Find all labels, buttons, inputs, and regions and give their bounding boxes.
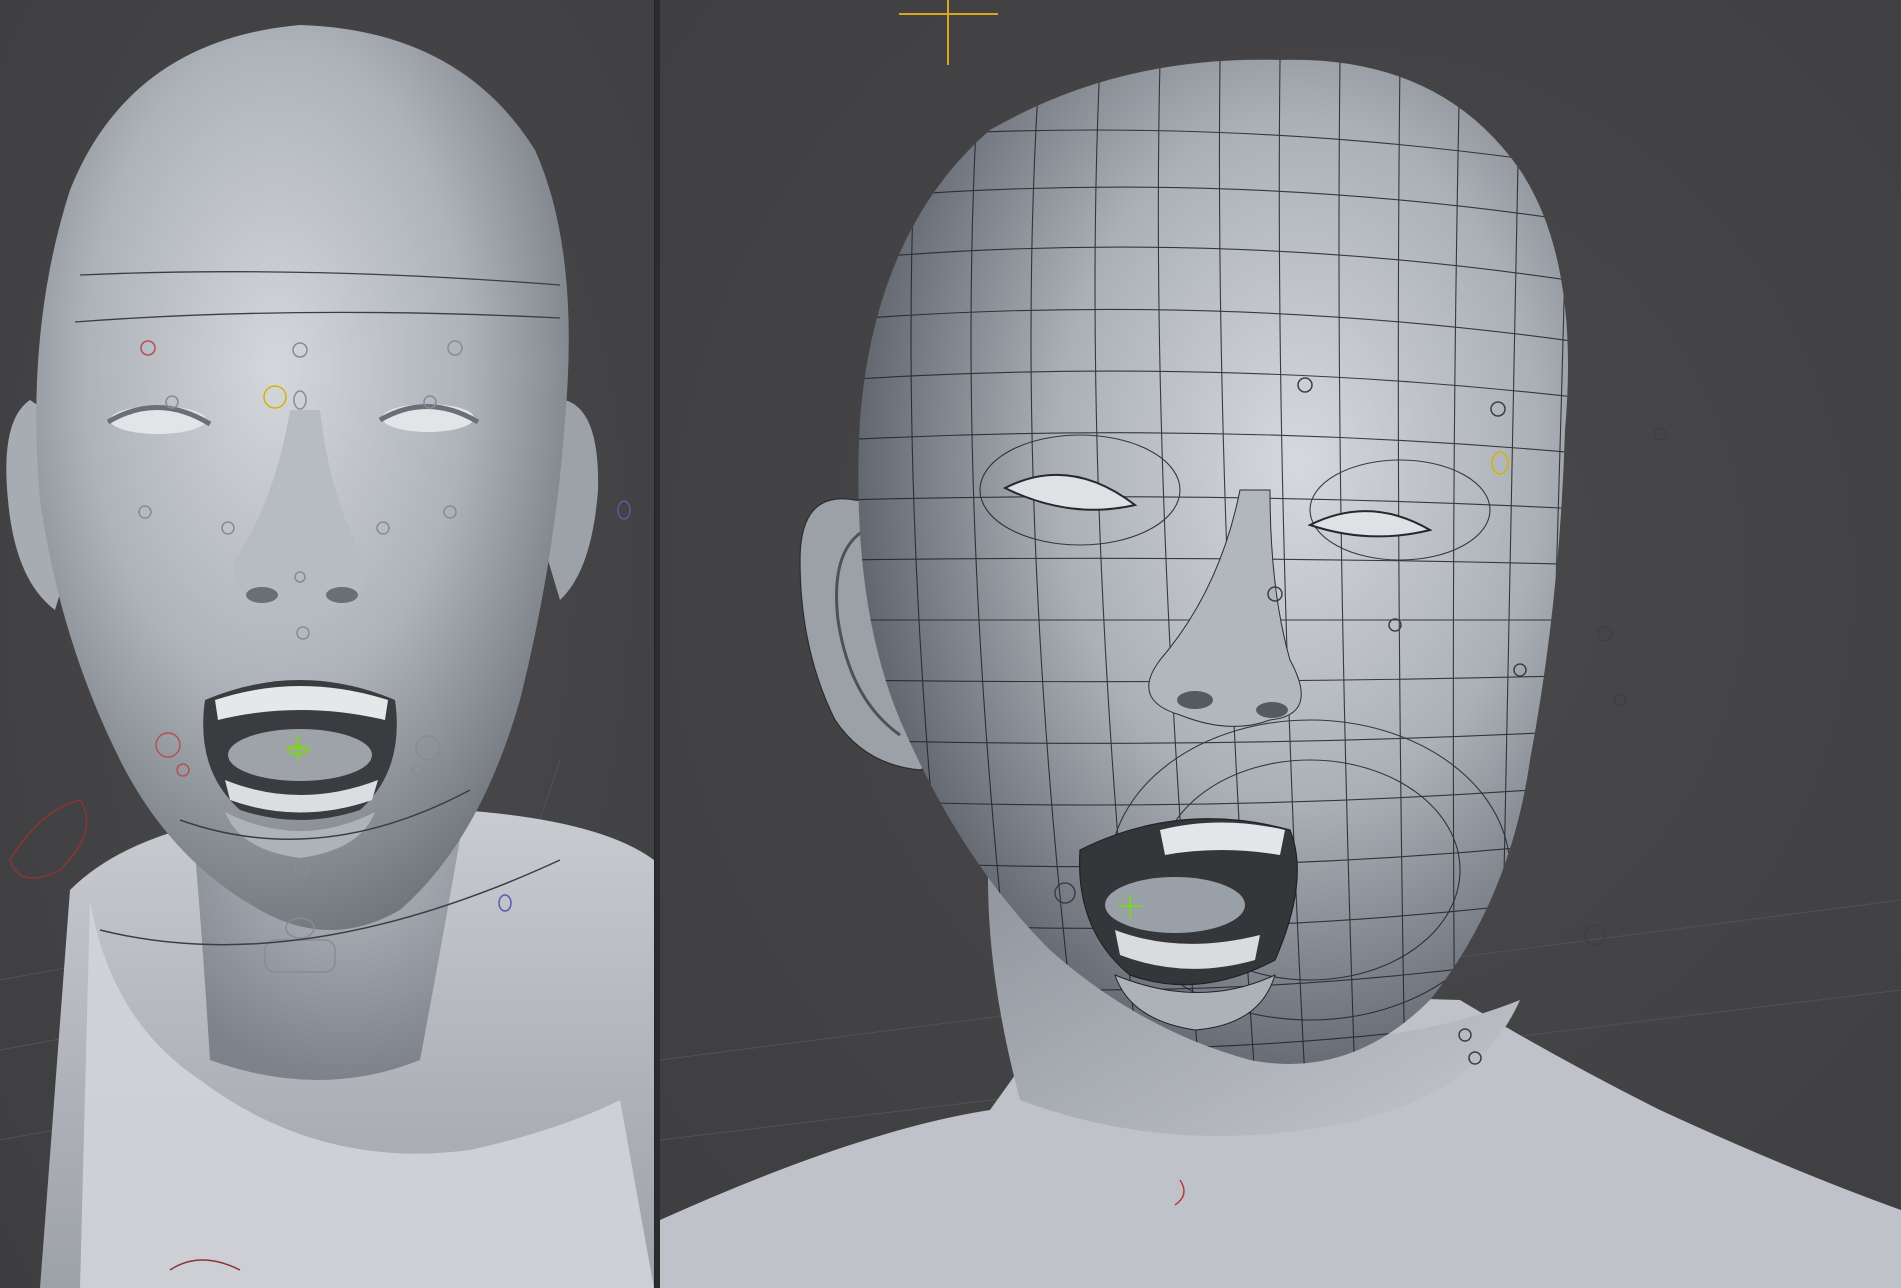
control-circle[interactable] <box>1653 427 1667 441</box>
crosshair-icon[interactable] <box>899 0 998 65</box>
control-circle[interactable] <box>1597 626 1613 642</box>
viewport-left-scene[interactable] <box>0 0 654 1288</box>
left-eye <box>110 406 206 434</box>
control-circle[interactable] <box>1584 924 1606 946</box>
viewport-right[interactable] <box>660 0 1901 1288</box>
viewport-right-scene[interactable] <box>660 0 1901 1288</box>
control-circle[interactable] <box>1613 693 1627 707</box>
viewport-left[interactable] <box>0 0 654 1288</box>
face-rig-app <box>0 0 1901 1288</box>
tongue <box>228 729 372 781</box>
control-circle[interactable] <box>617 500 631 520</box>
